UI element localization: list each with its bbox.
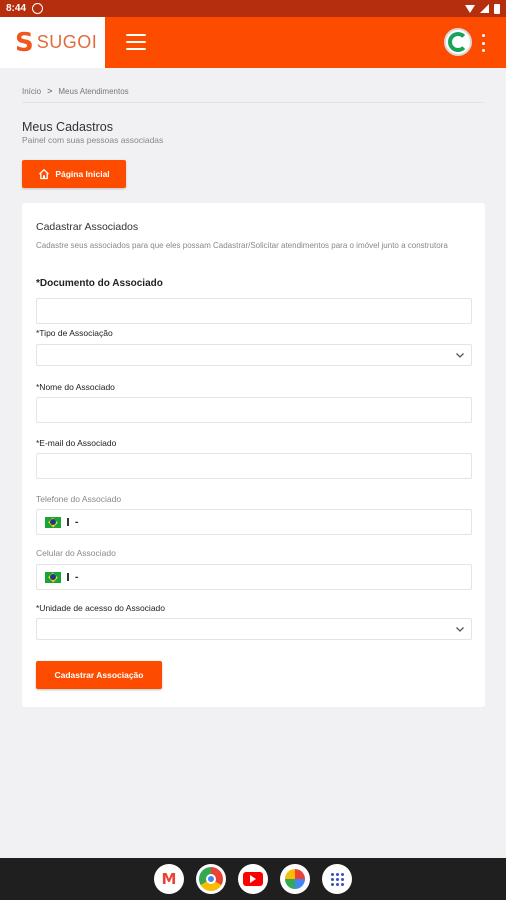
avatar[interactable]	[444, 28, 472, 56]
photos-icon[interactable]	[280, 864, 310, 894]
documento-input[interactable]	[36, 298, 472, 324]
form-card: Cadastrar Associados Cadastre seus assoc…	[22, 203, 485, 707]
menu-icon[interactable]	[126, 34, 146, 50]
unidade-label: *Unidade de acesso do Associado	[36, 603, 166, 613]
submit-button[interactable]: Cadastrar Associação	[36, 661, 162, 689]
telefone-input[interactable]: -	[36, 509, 472, 535]
signal-icon	[480, 4, 489, 13]
email-input[interactable]	[36, 453, 472, 479]
app-header: S SUGOI	[0, 17, 506, 68]
home-icon	[38, 168, 50, 180]
breadcrumb: Início > Meus Atendimentos	[22, 86, 129, 96]
documento-label: *Documento do Associado	[36, 278, 163, 289]
tipo-label: *Tipo de Associação	[36, 328, 113, 338]
breadcrumb-current[interactable]: Meus Atendimentos	[58, 87, 128, 96]
avatar-logo-icon	[448, 32, 468, 52]
nome-input[interactable]	[36, 397, 472, 423]
chevron-down-icon	[456, 627, 464, 632]
gmail-icon[interactable]: M	[154, 864, 184, 894]
battery-icon	[494, 3, 500, 14]
breadcrumb-separator: >	[47, 86, 53, 96]
status-icons	[465, 3, 500, 14]
kebab-menu-icon[interactable]	[480, 34, 486, 52]
status-time: 8:44	[6, 3, 27, 14]
brazil-flag-icon[interactable]	[45, 571, 61, 583]
unidade-select[interactable]	[36, 618, 472, 640]
home-page-button[interactable]: Página Inicial	[22, 160, 126, 188]
nome-label: *Nome do Associado	[36, 382, 115, 392]
celular-input[interactable]: -	[36, 564, 472, 590]
telefone-label: Telefone do Associado	[36, 494, 122, 504]
page-title: Meus Cadastros	[22, 120, 114, 134]
country-caret-icon	[67, 518, 69, 526]
form-title: Cadastrar Associados	[36, 221, 139, 233]
logo-mark: S	[15, 27, 34, 58]
celular-label: Celular do Associado	[36, 548, 116, 558]
celular-value: -	[75, 571, 79, 583]
telefone-value: -	[75, 516, 79, 528]
breadcrumb-home[interactable]: Início	[22, 87, 41, 96]
divider	[22, 102, 484, 103]
form-description: Cadastre seus associados para que eles p…	[36, 241, 448, 250]
notification-icon	[32, 3, 44, 14]
logo[interactable]: S SUGOI	[0, 17, 105, 68]
email-label: *E-mail do Associado	[36, 438, 117, 448]
status-bar: 8:44	[0, 0, 506, 17]
youtube-icon[interactable]	[238, 864, 268, 894]
chrome-icon[interactable]	[196, 864, 226, 894]
app-dock: M	[0, 858, 506, 900]
home-button-label: Página Inicial	[55, 169, 110, 179]
tipo-select[interactable]	[36, 344, 472, 366]
wifi-icon	[465, 4, 475, 13]
country-caret-icon	[67, 573, 69, 581]
brazil-flag-icon[interactable]	[45, 516, 61, 528]
logo-text: SUGOI	[36, 32, 98, 52]
app-drawer-icon[interactable]	[322, 864, 352, 894]
chevron-down-icon	[456, 353, 464, 358]
page-subtitle: Painel com suas pessoas associadas	[22, 135, 164, 145]
